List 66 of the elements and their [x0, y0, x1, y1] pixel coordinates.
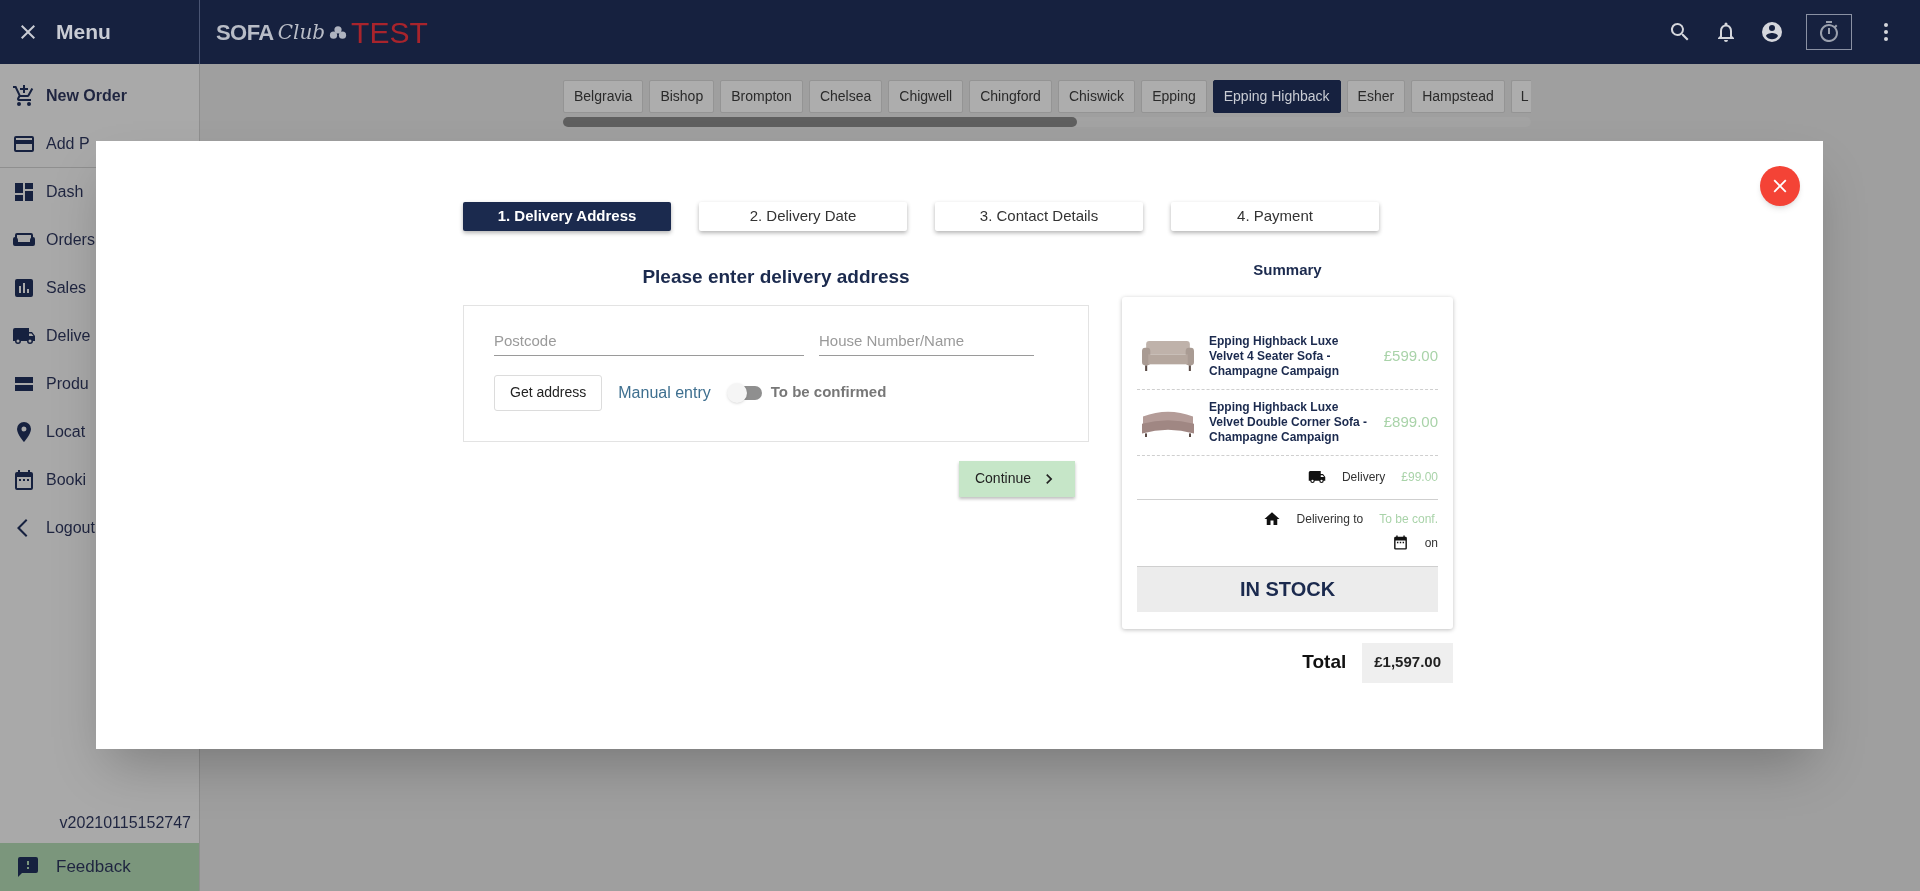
step-tab[interactable]: 2. Delivery Date	[699, 202, 907, 231]
location-tab[interactable]: Epping	[1141, 80, 1207, 113]
date-label: on	[1424, 534, 1438, 552]
manual-entry-link[interactable]: Manual entry	[618, 380, 711, 405]
sidebar-item[interactable]: Dash	[0, 168, 199, 216]
sidebar-item[interactable]: Sales	[0, 264, 199, 312]
toggle-label: To be confirmed	[770, 382, 887, 403]
delivering-to-label: Delivering to	[1296, 510, 1364, 528]
logo-script: Club	[277, 19, 326, 46]
product-price: £599.00	[1383, 345, 1438, 366]
dashboard-icon	[12, 180, 36, 204]
address-value: To be conf.	[1379, 510, 1438, 528]
location-tab[interactable]: Esher	[1346, 80, 1406, 113]
location-tab[interactable]: Chelsea	[808, 80, 883, 113]
chart-icon	[12, 276, 36, 300]
sidebar-item[interactable]: Produ	[0, 360, 199, 408]
location-tab[interactable]: Chingford	[969, 80, 1052, 113]
calendar-icon	[1391, 534, 1409, 551]
continue-button[interactable]: Continue	[958, 460, 1075, 497]
toggle-switch[interactable]	[726, 382, 763, 403]
step-tab[interactable]: 4. Payment	[1171, 202, 1379, 231]
product-name: Epping Highback Luxe Velvet Double Corner Sofa - Champagne Campaign	[1209, 399, 1369, 445]
get-address-button[interactable]: Get address	[494, 374, 603, 411]
feedback-button[interactable]: Feedback	[0, 843, 199, 891]
logo-text: SOFA	[216, 18, 274, 47]
delivery-price: £99.00	[1401, 469, 1438, 486]
version-label: v20210115152747	[58, 813, 192, 833]
delivery-label: Delivery	[1341, 469, 1386, 486]
total-label: Total	[1302, 650, 1347, 675]
calendar-icon	[12, 468, 36, 492]
form-heading: Please enter delivery address	[641, 265, 911, 289]
sidebar-item[interactable]: Delive	[0, 312, 199, 360]
feedback-icon	[16, 855, 40, 879]
dots-icon	[329, 24, 348, 40]
summary-title: Summary	[1252, 260, 1323, 280]
stopwatch-icon	[1817, 20, 1841, 44]
product-price: £899.00	[1383, 411, 1438, 432]
truck-icon	[1307, 468, 1326, 486]
sidebar-item[interactable]: New Order	[0, 72, 199, 120]
location-tab[interactable]: Hampstead	[1411, 80, 1505, 113]
cart-icon	[12, 84, 36, 108]
location-tab[interactable]: Belgravia	[563, 80, 644, 113]
timer-button[interactable]	[1806, 14, 1852, 50]
close-button[interactable]	[1760, 166, 1800, 206]
sidebar-item[interactable]: Booki	[0, 456, 199, 504]
sidebar-item[interactable]: Orders	[0, 216, 199, 264]
location-tab[interactable]: Epping Highback	[1212, 80, 1341, 113]
menu-button[interactable]: Menu	[16, 16, 111, 48]
scrollbar-thumb[interactable]	[563, 117, 1077, 127]
total-value: £1,597.00	[1362, 642, 1453, 683]
location-tab[interactable]: L	[1510, 80, 1531, 113]
step-tab[interactable]: 3. Contact Details	[935, 202, 1143, 231]
more-icon	[1884, 23, 1888, 41]
sidebar-item[interactable]: Logout	[0, 504, 199, 552]
product-name: Epping Highback Luxe Velvet 4 Seater Sofa - Champagne Campaign	[1209, 333, 1341, 379]
step-tab[interactable]: 1. Delivery Address	[463, 202, 671, 231]
environment-label: TEST	[351, 14, 428, 51]
location-tab[interactable]: Chiswick	[1057, 80, 1136, 113]
stock-status: IN STOCK	[1137, 565, 1438, 612]
location-tab[interactable]: Brompton	[720, 80, 803, 113]
sidebar-item[interactable]: Locat	[0, 408, 199, 456]
location-tab[interactable]: Bishop	[649, 80, 715, 113]
account-icon	[1760, 20, 1784, 44]
postcode-field[interactable]: Postcode	[494, 325, 804, 356]
house-field[interactable]: House Number/Name	[819, 325, 1034, 356]
location-tab[interactable]: Chigwell	[888, 80, 964, 113]
